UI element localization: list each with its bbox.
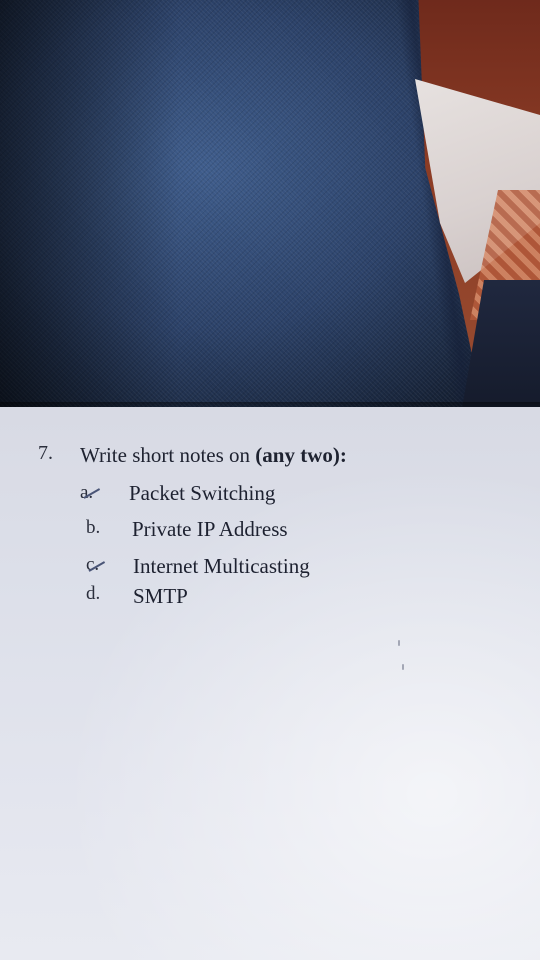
- question-title-prefix: Write short notes on: [80, 443, 256, 467]
- photo-scene: 7. Write short notes on (any two): a. Pa…: [0, 0, 540, 960]
- denim-shadow: [0, 0, 180, 420]
- item-text-b: Private IP Address: [132, 517, 288, 541]
- item-text-d: SMTP: [133, 584, 188, 608]
- item-letter-b: b.: [86, 517, 101, 538]
- paper-smudge: [402, 664, 404, 670]
- paper-smudge: [398, 640, 400, 646]
- item-text-c: Internet Multicasting: [133, 554, 310, 578]
- question-title-emphasis: (any two):: [255, 443, 347, 467]
- item-text-a: Packet Switching: [129, 481, 276, 505]
- question-title: Write short notes on (any two):: [80, 443, 347, 468]
- item-letter-d: d.: [86, 583, 101, 604]
- question-number: 7.: [38, 442, 53, 464]
